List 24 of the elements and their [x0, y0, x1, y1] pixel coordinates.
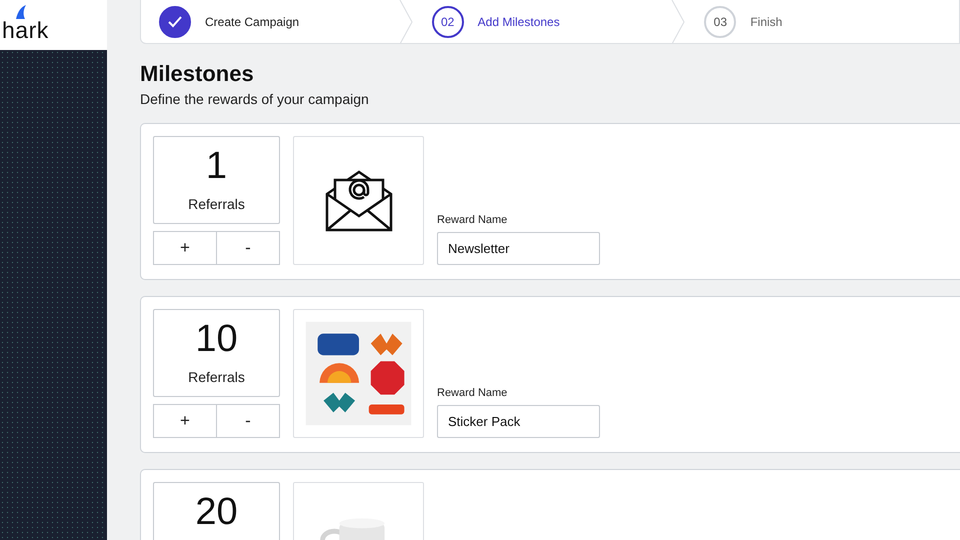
page-title: Milestones	[140, 61, 255, 87]
page-subtitle: Define the rewards of your campaign	[140, 91, 370, 107]
reward-name-label: Reward Name	[437, 387, 508, 399]
check-icon	[168, 16, 182, 28]
email-envelope-icon	[324, 170, 392, 232]
decrement-button[interactable]: -	[216, 231, 280, 265]
step-indicator: 03	[704, 6, 736, 38]
step-label[interactable]: Add Milestones	[478, 14, 560, 28]
reward-name-label: Reward Name	[437, 214, 508, 226]
referral-unit: Referrals	[188, 369, 245, 385]
referral-count: 10	[195, 318, 238, 361]
reward-name-field[interactable]: Sticker Pack	[437, 405, 600, 438]
referral-count: 1	[206, 145, 228, 188]
decrement-button[interactable]: -	[216, 404, 280, 438]
referral-count: 20	[195, 491, 238, 534]
logo-text: hark	[2, 19, 49, 42]
increment-button[interactable]: +	[153, 231, 217, 265]
increment-button[interactable]: +	[153, 404, 217, 438]
shark-fin-icon	[14, 5, 26, 19]
referral-unit: Referrals	[188, 196, 245, 212]
step-label[interactable]: Create Campaign	[205, 14, 300, 28]
reward-name-field[interactable]: Newsletter	[437, 232, 600, 265]
step-indicator: 02	[432, 6, 464, 38]
step-label[interactable]: Finish	[750, 14, 782, 28]
